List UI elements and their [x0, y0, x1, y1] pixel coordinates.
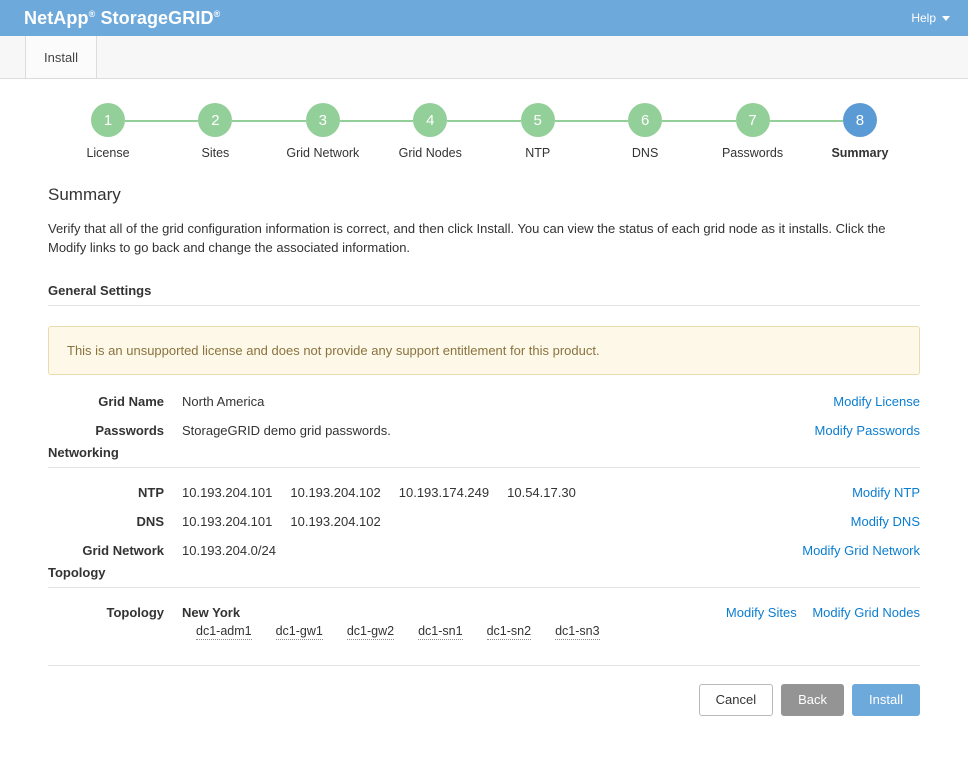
page-description: Verify that all of the grid configuratio… — [48, 221, 886, 255]
ntp-server-list: 10.193.204.101 10.193.204.102 10.193.174.2… — [182, 485, 838, 500]
wizard-step-label: Sites — [201, 146, 230, 160]
passwords-value: StorageGRID demo grid passwords. — [182, 423, 391, 438]
wizard-step-grid-network[interactable]: 3 Grid Network — [275, 103, 371, 160]
help-menu-label: Help — [911, 11, 936, 25]
modify-passwords-link[interactable]: Modify Passwords — [815, 423, 920, 438]
unsupported-license-banner-text: This is an unsupported license and does … — [67, 343, 600, 358]
passwords-actions: Modify Passwords — [801, 423, 920, 438]
dns-actions: Modify DNS — [837, 514, 920, 529]
grid-network-label: Grid Network — [82, 543, 164, 558]
modify-grid-network-link[interactable]: Modify Grid Network — [802, 543, 920, 558]
brand-registered-mark-1: ® — [88, 8, 96, 19]
dns-server-list: 10.193.204.101 10.193.204.102 — [182, 514, 837, 529]
back-button[interactable]: Back — [781, 684, 845, 717]
cancel-button[interactable]: Cancel — [698, 684, 774, 717]
grid-node[interactable]: dc1-gw1 — [275, 624, 323, 640]
ntp-actions: Modify NTP — [838, 485, 920, 500]
dns-server: 10.193.204.102 — [290, 514, 381, 529]
wizard-step-number: 4 — [413, 103, 448, 137]
ntp-server: 10.54.17.30 — [507, 485, 576, 500]
summary-row-topology: Topology New York dc1-adm1 dc1-gw1 dc1-gw2… — [48, 598, 920, 647]
wizard-step-grid-nodes[interactable]: 4 Grid Nodes — [382, 103, 478, 160]
topology-value: New York dc1-adm1 dc1-gw1 dc1-gw2 dc1-sn1 dc… — [182, 605, 712, 640]
section-header-topology: Topology — [48, 565, 920, 588]
wizard-step-label: License — [86, 146, 130, 160]
grid-node[interactable]: dc1-sn3 — [555, 624, 600, 640]
brand-netapp: NetApp — [24, 7, 89, 28]
brand-registered-mark-2: ® — [213, 8, 221, 19]
wizard-step-number: 1 — [91, 103, 125, 137]
grid-node[interactable]: dc1-sn2 — [486, 624, 532, 640]
wizard-step-summary[interactable]: 8 Summary — [812, 103, 908, 160]
tab-install[interactable]: Install — [25, 36, 97, 78]
section-header-general-settings: General Settings — [48, 283, 920, 306]
tab-bar: Install — [0, 36, 968, 79]
app-brand: NetApp® StorageGRID® — [24, 8, 220, 29]
chevron-down-icon — [942, 15, 950, 21]
ntp-label: NTP — [138, 485, 164, 500]
wizard-step-number: 8 — [842, 103, 877, 137]
site-name: New York — [182, 605, 241, 620]
unsupported-license-banner: This is an unsupported license and does … — [48, 326, 920, 375]
dns-value: 10.193.204.101 10.193.204.102 — [182, 514, 837, 529]
wizard-step-number: 6 — [628, 103, 663, 137]
brand-storagegrid: StorageGRID — [100, 7, 214, 28]
wizard-steps: 1 License 2 Sites 3 Grid Network 4 Grid Nodes 5 N… — [60, 103, 908, 160]
page-title: Summary — [48, 185, 121, 204]
app-header: NetApp® StorageGRID® Help — [0, 0, 968, 36]
ntp-value: 10.193.204.101 10.193.204.102 10.193.174.2… — [182, 485, 838, 500]
modify-sites-link[interactable]: Modify Sites — [726, 605, 797, 620]
grid-name-value: North America — [182, 394, 265, 409]
section-header-networking: Networking — [48, 445, 920, 468]
ntp-server: 10.193.174.249 — [398, 485, 490, 500]
wizard-step-label: NTP — [525, 146, 551, 160]
tab-install-label: Install — [44, 49, 78, 65]
wizard-step-number: 7 — [735, 103, 770, 137]
wizard-step-label: DNS — [631, 146, 659, 160]
summary-row-dns: DNS 10.193.204.101 10.193.204.102 Modify … — [48, 507, 920, 536]
modify-license-link[interactable]: Modify License — [833, 394, 920, 409]
modify-ntp-link[interactable]: Modify NTP — [852, 485, 920, 500]
ntp-server: 10.193.204.102 — [290, 485, 381, 500]
modify-dns-link[interactable]: Modify DNS — [851, 514, 920, 529]
modify-grid-nodes-link[interactable]: Modify Grid Nodes — [812, 605, 920, 620]
main-content: Summary Verify that all of the grid conf… — [0, 185, 968, 717]
grid-name-actions: Modify License — [819, 394, 920, 409]
grid-node[interactable]: dc1-gw2 — [346, 624, 395, 640]
grid-node-list: dc1-adm1 dc1-gw1 dc1-gw2 dc1-sn1 dc1-sn2 dc1-… — [182, 624, 712, 640]
grid-network-value: 10.193.204.0/24 — [182, 543, 276, 558]
summary-row-grid-name: Grid Name North America Modify License — [48, 387, 920, 416]
summary-row-ntp: NTP 10.193.204.101 10.193.204.102 10.193.1… — [48, 478, 920, 507]
wizard-step-license[interactable]: 1 License — [60, 103, 156, 160]
wizard-step-number: 5 — [520, 103, 555, 137]
passwords-label: Passwords — [95, 423, 164, 438]
summary-row-passwords: Passwords StorageGRID demo grid password… — [48, 416, 920, 445]
wizard-step-dns[interactable]: 6 DNS — [597, 103, 693, 160]
wizard-step-sites[interactable]: 2 Sites — [167, 103, 263, 160]
wizard-step-label: Summary — [831, 146, 889, 160]
wizard-stepper: 1 License 2 Sites 3 Grid Network 4 Grid Nodes 5 N… — [0, 103, 968, 175]
dns-server: 10.193.204.101 — [182, 514, 273, 529]
wizard-step-passwords[interactable]: 7 Passwords — [705, 103, 801, 160]
wizard-step-label: Grid Network — [286, 146, 360, 160]
wizard-footer: Cancel Back Install — [48, 665, 920, 717]
grid-network-actions: Modify Grid Network — [788, 543, 920, 558]
grid-node[interactable]: dc1-sn1 — [418, 624, 463, 640]
help-menu-button[interactable]: Help — [907, 8, 954, 28]
wizard-step-ntp[interactable]: 5 NTP — [490, 103, 586, 160]
wizard-step-label: Passwords — [721, 146, 784, 160]
summary-row-grid-network: Grid Network 10.193.204.0/24 Modify Grid… — [48, 536, 920, 565]
grid-name-label: Grid Name — [98, 394, 164, 409]
ntp-server: 10.193.204.101 — [182, 485, 273, 500]
wizard-step-number: 2 — [198, 103, 233, 137]
dns-label: DNS — [136, 514, 164, 529]
topology-actions: Modify Sites Modify Grid Nodes — [712, 605, 920, 620]
grid-node[interactable]: dc1-adm1 — [196, 624, 252, 640]
topology-label: Topology — [106, 605, 164, 620]
install-button[interactable]: Install — [852, 684, 920, 717]
wizard-step-number: 3 — [305, 103, 340, 137]
wizard-step-label: Grid Nodes — [398, 146, 462, 160]
